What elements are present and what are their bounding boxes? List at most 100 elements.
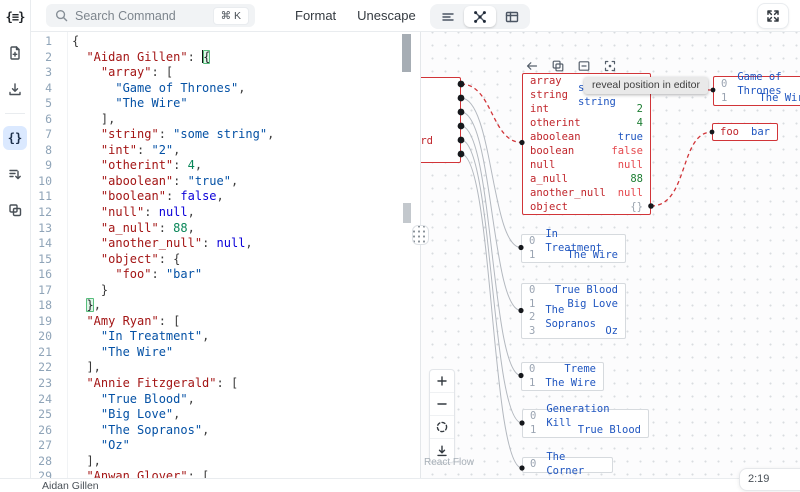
fullscreen-button[interactable] xyxy=(757,3,789,29)
editor-line[interactable]: 17 } xyxy=(31,283,420,299)
editor-line[interactable]: 23 "Annie Fitzgerald": [ xyxy=(31,376,420,392)
line-number: 4 xyxy=(31,81,52,97)
view-switcher xyxy=(430,4,530,29)
editor-line[interactable]: 7 "string": "some string", xyxy=(31,127,420,143)
line-number: 13 xyxy=(31,221,52,237)
editor-line[interactable]: 13 "a_null": 88, xyxy=(31,221,420,237)
graph-flow-icon xyxy=(472,9,488,25)
node-port[interactable] xyxy=(648,203,654,209)
line-content: "The Wire" xyxy=(72,345,173,361)
line-number: 29 xyxy=(31,469,52,478)
line-content: } xyxy=(72,283,108,299)
plus-icon xyxy=(435,374,449,388)
editor-line[interactable]: 3 "array": [ xyxy=(31,65,420,81)
focus-node-button[interactable] xyxy=(603,59,616,72)
node-port[interactable] xyxy=(519,420,524,425)
json-code-editor[interactable]: 1{2 "Aidan Gillen": {3 "array": [4 "Game… xyxy=(31,32,420,478)
line-number: 27 xyxy=(31,438,52,454)
editor-line[interactable]: 27 "Oz" xyxy=(31,438,420,454)
editor-line[interactable]: 19 "Amy Ryan": [ xyxy=(31,314,420,330)
node-port[interactable] xyxy=(458,137,465,144)
node-port[interactable] xyxy=(458,151,465,158)
node-toolbar xyxy=(525,59,616,72)
editor-line[interactable]: 8 "int": "2", xyxy=(31,143,420,159)
editor-line[interactable]: 10 "aboolean": "true", xyxy=(31,174,420,190)
line-number: 21 xyxy=(31,345,52,361)
search-command-input[interactable]: Search Command ⌘ K xyxy=(46,4,255,27)
editor-scrollbar-marker[interactable] xyxy=(403,203,411,223)
editor-line[interactable]: 15 "object": { xyxy=(31,252,420,268)
editor-line[interactable]: 22 ], xyxy=(31,360,420,376)
download-icon xyxy=(7,81,23,97)
json-editor-view-button[interactable]: {} xyxy=(3,126,27,150)
editor-line[interactable]: 2 "Aidan Gillen": { xyxy=(31,50,420,66)
node-port[interactable] xyxy=(519,465,524,470)
line-number: 3 xyxy=(31,65,52,81)
list-lines-icon xyxy=(440,9,456,25)
collapse-icon xyxy=(578,60,590,72)
search-shortcut-badge: ⌘ K xyxy=(213,7,249,25)
ports-layer xyxy=(421,32,800,478)
node-port[interactable] xyxy=(519,140,524,145)
table-view-button[interactable] xyxy=(496,6,528,27)
node-port[interactable] xyxy=(518,308,523,313)
line-content: "Aidan Gillen": { xyxy=(72,50,210,66)
editor-line[interactable]: 24 "True Blood", xyxy=(31,392,420,408)
copy-node-button[interactable] xyxy=(551,59,564,72)
editor-line[interactable]: 9 "otherint": 4, xyxy=(31,158,420,174)
editor-line[interactable]: 12 "null": null, xyxy=(31,205,420,221)
editor-line[interactable]: 18 }, xyxy=(31,298,420,314)
node-port[interactable] xyxy=(458,109,465,116)
line-content: { xyxy=(72,34,79,50)
list-view-button[interactable] xyxy=(432,6,464,27)
editor-line[interactable]: 6 ], xyxy=(31,112,420,128)
editor-line[interactable]: 5 "The Wire" xyxy=(31,96,420,112)
zoom-out-button[interactable] xyxy=(430,393,454,416)
editor-line[interactable]: 11 "boolean": false, xyxy=(31,189,420,205)
collapse-node-button[interactable] xyxy=(577,59,590,72)
line-number: 25 xyxy=(31,407,52,423)
editor-line[interactable]: 16 "foo": "bar" xyxy=(31,267,420,283)
editor-line[interactable]: 20 "In Treatment", xyxy=(31,329,420,345)
line-number: 20 xyxy=(31,329,52,345)
editor-scrollbar-thumb[interactable] xyxy=(402,34,411,72)
line-content: "Oz" xyxy=(72,438,130,454)
line-number: 12 xyxy=(31,205,52,221)
node-port[interactable] xyxy=(518,245,523,250)
line-content: "Big Love", xyxy=(72,407,180,423)
line-content: "string": "some string", xyxy=(72,127,274,143)
editor-line[interactable]: 26 "The Sopranos", xyxy=(31,423,420,439)
node-port[interactable] xyxy=(710,130,715,135)
line-number: 19 xyxy=(31,314,52,330)
node-port[interactable] xyxy=(458,81,465,88)
braces-icon: {} xyxy=(8,131,22,145)
node-port[interactable] xyxy=(711,88,716,93)
copy-icon xyxy=(552,60,564,72)
node-port[interactable] xyxy=(518,373,523,378)
editor-line[interactable]: 21 "The Wire" xyxy=(31,345,420,361)
unescape-button[interactable]: Unescape xyxy=(357,8,416,23)
reveal-in-editor-button[interactable] xyxy=(525,59,538,72)
editor-line[interactable]: 4 "Game of Thrones", xyxy=(31,81,420,97)
node-port[interactable] xyxy=(458,95,465,102)
editor-line[interactable]: 25 "Big Love", xyxy=(31,407,420,423)
zoom-in-button[interactable] xyxy=(430,370,454,393)
compare-button[interactable] xyxy=(3,198,27,222)
download-button[interactable] xyxy=(3,77,27,101)
graph-canvas[interactable]: {}[][][][]rd[]arraystringsome stringint2… xyxy=(421,32,800,478)
node-port[interactable] xyxy=(458,123,465,130)
transform-button[interactable] xyxy=(3,162,27,186)
new-document-button[interactable] xyxy=(3,41,27,65)
editor-line[interactable]: 14 "another_null": null, xyxy=(31,236,420,252)
line-content: "True Blood", xyxy=(72,392,195,408)
editor-line[interactable]: 29 "Anwan Glover": [ xyxy=(31,469,420,478)
line-number: 26 xyxy=(31,423,52,439)
arrow-left-icon xyxy=(526,60,538,72)
editor-line[interactable]: 1{ xyxy=(31,34,420,50)
format-button[interactable]: Format xyxy=(295,8,336,23)
fit-view-button[interactable] xyxy=(430,416,454,439)
graph-view-button[interactable] xyxy=(464,6,496,27)
editor-line[interactable]: 28 ], xyxy=(31,454,420,470)
download-arrow-icon xyxy=(435,444,449,458)
line-content: "In Treatment", xyxy=(72,329,209,345)
